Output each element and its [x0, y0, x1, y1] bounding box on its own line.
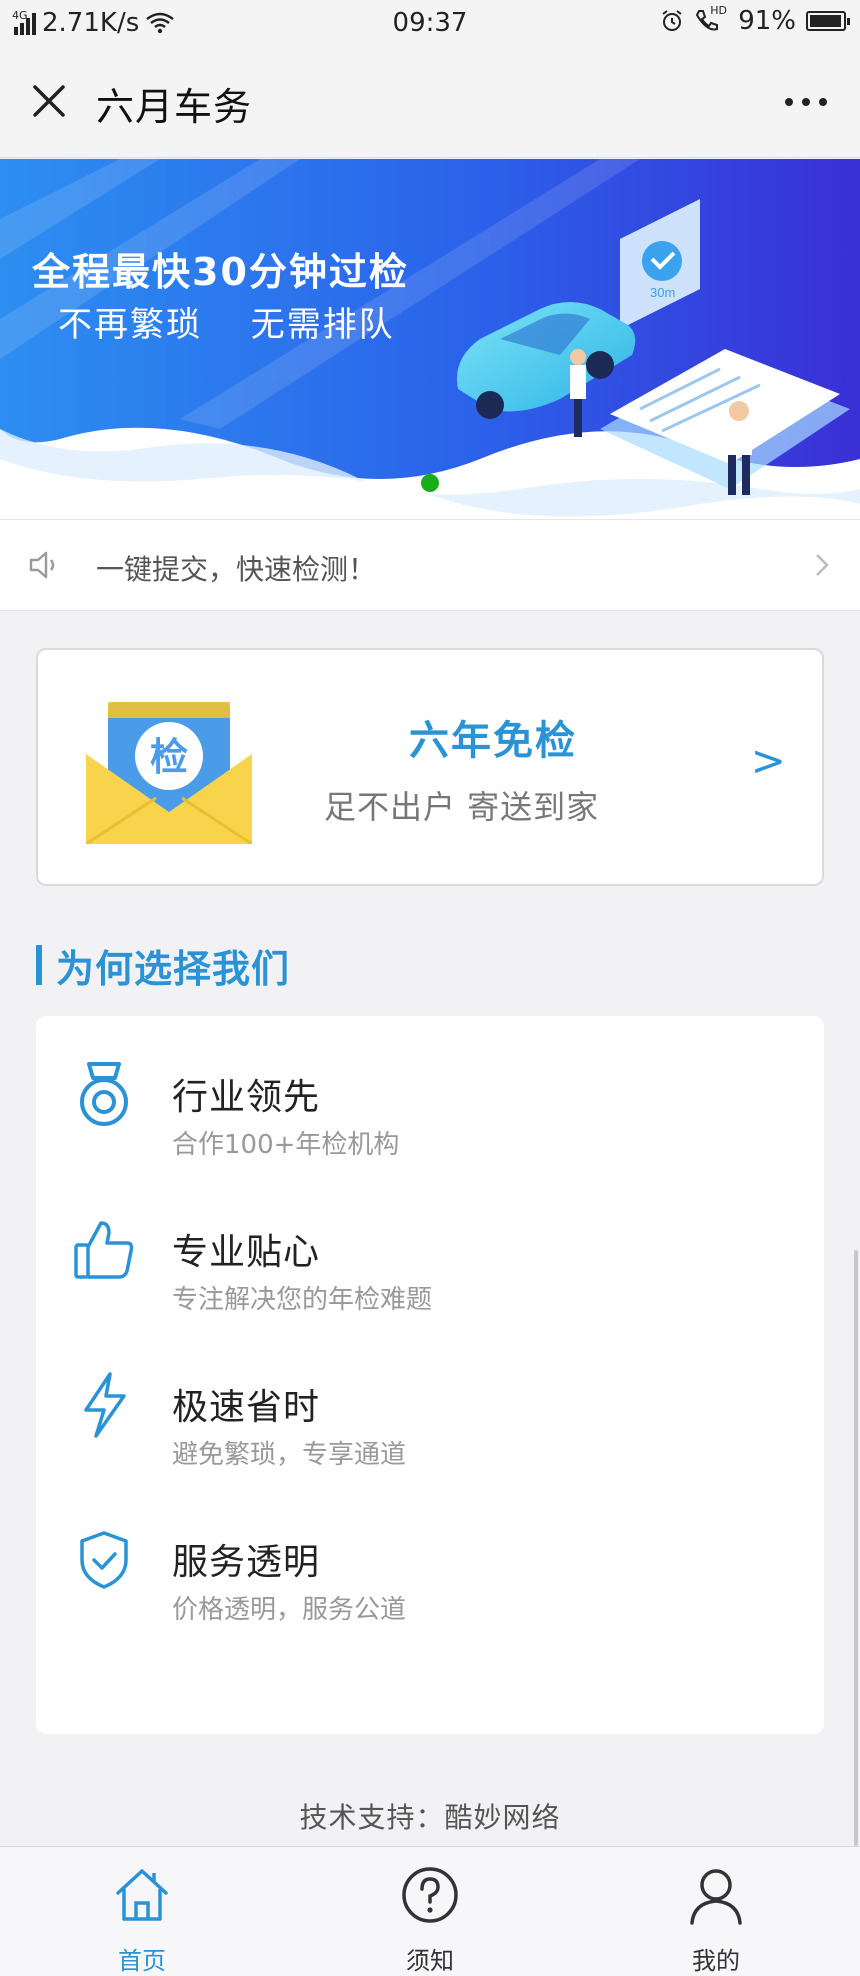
chevron-right-icon [816, 554, 829, 576]
feature-desc: 专注解决您的年检难题 [172, 1285, 433, 1315]
promo-title: 六年免检 [409, 718, 577, 764]
shield-check-icon [72, 1525, 136, 1595]
notice-bar[interactable]: 一键提交，快速检测！ [0, 519, 860, 611]
feature-desc: 价格透明，服务公道 [172, 1595, 407, 1625]
tech-support-footer: 技术支持：酷妙网络 [299, 1801, 561, 1834]
feature-title: 行业领先 [172, 1077, 321, 1118]
battery-icon [806, 11, 850, 31]
speaker-icon [29, 551, 55, 579]
banner-carousel[interactable]: 30m 全程最快30分钟过检 不再繁琐 无需排队 [0, 159, 860, 519]
alarm-icon [662, 10, 682, 31]
timer-label: 30m [650, 285, 675, 300]
tab-notice[interactable]: 须知 [330, 1847, 530, 1976]
tab-home[interactable]: 首页 [42, 1847, 242, 1976]
call-hd-icon: HD [694, 4, 728, 34]
envelope-icon: 检 [86, 702, 252, 844]
promo-arrow-icon: > [750, 736, 786, 785]
tab-label: 我的 [692, 1947, 740, 1975]
more-icon [785, 98, 827, 106]
tab-bar: 首页 须知 我的 [0, 1846, 860, 1976]
more-button[interactable] [776, 82, 836, 122]
title-bar: 六月车务 [0, 46, 860, 158]
page-title: 六月车务 [96, 85, 253, 129]
features-card: 行业领先 合作100+年检机构 专业贴心 专注解决您的年检难题 极速省时 避免繁… [36, 1016, 824, 1734]
envelope-badge: 检 [150, 735, 188, 779]
medal-icon [72, 1060, 136, 1130]
feature-title: 服务透明 [172, 1542, 321, 1583]
scrollbar[interactable] [854, 1250, 858, 1846]
pager-dot-active[interactable] [421, 474, 439, 492]
close-icon [33, 85, 65, 117]
tab-label: 须知 [406, 1947, 454, 1975]
banner-subheadline: 不再繁琐 无需排队 [58, 305, 395, 345]
tab-profile[interactable]: 我的 [616, 1847, 816, 1976]
thumbs-up-icon [72, 1215, 136, 1285]
home-icon [116, 1869, 168, 1921]
section-header: 为何选择我们 [36, 944, 290, 991]
section-accent-bar [36, 945, 42, 985]
tab-label: 首页 [118, 1947, 166, 1975]
feature-desc: 合作100+年检机构 [172, 1130, 400, 1160]
feature-item: 极速省时 避免繁琐，专享通道 [36, 1326, 824, 1470]
feature-title: 极速省时 [172, 1387, 321, 1428]
feature-item: 服务透明 价格透明，服务公道 [36, 1481, 824, 1625]
close-button[interactable] [24, 76, 74, 126]
lightning-icon [72, 1370, 136, 1440]
six-year-exempt-card[interactable]: 检 六年免检 足不出户 寄送到家 > [36, 648, 824, 886]
promo-subtitle: 足不出户 寄送到家 [324, 788, 600, 826]
user-icon [690, 1869, 742, 1925]
feature-item: 专业贴心 专注解决您的年检难题 [36, 1171, 824, 1315]
question-icon [402, 1867, 458, 1923]
battery-level: 91% [738, 6, 796, 36]
feature-item: 行业领先 合作100+年检机构 [36, 1016, 824, 1160]
notice-text: 一键提交，快速检测！ [96, 553, 377, 586]
section-title: 为何选择我们 [56, 946, 291, 991]
feature-title: 专业贴心 [172, 1232, 321, 1273]
status-bar: 4G 2.71K/s 09:37 HD 91% [0, 0, 860, 46]
banner-headline: 全程最快30分钟过检 [32, 250, 409, 294]
status-right: HD 91% [660, 4, 850, 36]
hd-label: HD [710, 4, 727, 17]
feature-desc: 避免繁琐，专享通道 [172, 1440, 407, 1470]
